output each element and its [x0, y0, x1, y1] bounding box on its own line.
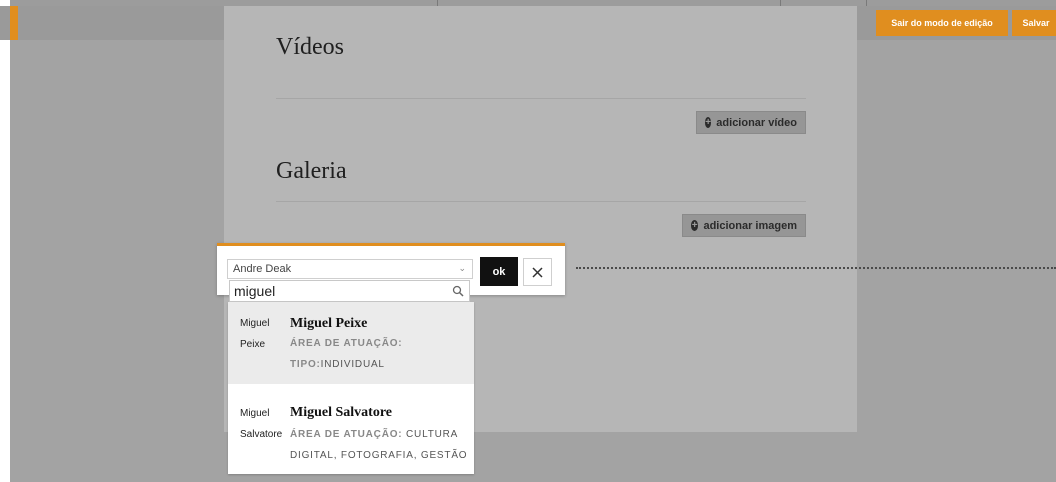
- search-input[interactable]: miguel: [229, 280, 470, 302]
- list-item[interactable]: Miguel Salvatore Miguel Salvatore ÁREA D…: [228, 393, 474, 474]
- search-input-value: miguel: [234, 283, 276, 299]
- result-area: ÁREA DE ATUAÇÃO: CULTURA DIGITAL, FOTOGR…: [290, 424, 472, 466]
- result-avatar-label: Miguel Salvatore: [240, 408, 283, 440]
- edit-toolbar-accent: [10, 6, 18, 40]
- exit-edit-mode-button[interactable]: Sair do modo de edição: [876, 10, 1008, 36]
- plus-icon: +: [691, 220, 699, 231]
- add-image-label: adicionar imagem: [703, 219, 797, 232]
- add-video-label: adicionar vídeo: [716, 116, 797, 129]
- gallery-section-title: Galeria: [276, 158, 347, 184]
- chevron-down-icon: ⌄: [458, 263, 466, 273]
- result-type: TIPO:INDIVIDUAL: [290, 354, 472, 375]
- result-name: Miguel Salvatore: [290, 405, 393, 420]
- close-icon: [532, 266, 543, 278]
- author-select-value: Andre Deak: [233, 263, 292, 275]
- section-divider: [276, 98, 806, 99]
- area-label: ÁREA DE ATUAÇÃO:: [290, 338, 403, 349]
- add-video-button[interactable]: + adicionar vídeo: [696, 111, 806, 134]
- area-label: ÁREA DE ATUAÇÃO:: [290, 429, 403, 440]
- dotted-connector: [576, 267, 1056, 269]
- result-area: ÁREA DE ATUAÇÃO:: [290, 333, 472, 354]
- page-left-margin: [0, 0, 10, 482]
- type-label: TIPO:: [290, 359, 321, 370]
- save-button[interactable]: Salvar: [1012, 10, 1056, 36]
- add-image-button[interactable]: + adicionar imagem: [682, 214, 806, 237]
- videos-section-title: Vídeos: [276, 34, 344, 60]
- ok-button[interactable]: ok: [480, 257, 518, 286]
- result-avatar-label: Miguel Peixe: [240, 318, 270, 350]
- close-button[interactable]: [523, 258, 552, 286]
- result-name: Miguel Peixe: [290, 316, 368, 331]
- search-icon: [452, 285, 464, 297]
- section-divider: [276, 201, 806, 202]
- plus-icon: +: [705, 117, 712, 128]
- list-item[interactable]: Miguel Peixe Miguel Peixe ÁREA DE ATUAÇÃ…: [228, 302, 474, 384]
- author-select[interactable]: Andre Deak ⌄: [227, 259, 473, 279]
- type-value: INDIVIDUAL: [320, 359, 385, 370]
- search-results-list: Miguel Peixe Miguel Peixe ÁREA DE ATUAÇÃ…: [228, 302, 474, 474]
